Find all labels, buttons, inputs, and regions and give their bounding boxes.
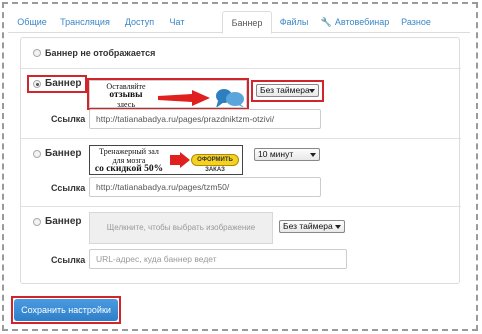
chevron-down-icon	[310, 153, 316, 157]
banner-2-image[interactable]: Тренажерный зал для мозга со скидкой 50%…	[89, 145, 243, 175]
banner-3-label: Баннер	[45, 216, 82, 227]
highlight-frame	[87, 78, 249, 110]
banner-3-image-placeholder[interactable]: Щелкните, чтобы выбрать изображение	[89, 212, 273, 244]
no-banner-label: Баннер не отображается	[45, 48, 156, 58]
banner-2-text-line: со скидкой 50%	[94, 164, 164, 174]
wrench-icon: 🔧	[320, 17, 332, 27]
banner-3-radio[interactable]	[33, 218, 41, 226]
tab-broadcast[interactable]: Трансляция	[54, 11, 116, 33]
tab-autowebinar[interactable]: 🔧 Автовебинар	[320, 11, 390, 33]
tab-misc[interactable]: Разное	[396, 11, 436, 33]
no-banner-row: Баннер не отображается	[21, 38, 461, 68]
banner-1-timer-select[interactable]: Без таймера	[256, 84, 319, 97]
banner-2-label: Баннер	[45, 148, 82, 159]
tab-files[interactable]: Файлы	[274, 11, 314, 33]
banner-1-link-label: Ссылка	[51, 114, 86, 124]
banner-1-link-input[interactable]: http://tatianabadya.ru/pages/prazdniktzm…	[89, 109, 321, 129]
tab-chat[interactable]: Чат	[163, 11, 191, 33]
banner-row-2: Баннер Тренажерный зал для мозга со скид…	[21, 138, 461, 206]
banner-settings-panel: Баннер не отображается Баннер Оставляйте…	[20, 37, 461, 284]
chevron-down-icon	[309, 89, 315, 93]
banner-row-3: Баннер Щелкните, чтобы выбрать изображен…	[21, 206, 461, 284]
banner-2-text-line: Тренажерный зал	[99, 147, 159, 156]
chevron-down-icon	[335, 225, 341, 229]
save-settings-button[interactable]: Сохранить настройки	[14, 299, 118, 321]
tab-bar: Общие Трансляция Доступ Чат Баннер Файлы…	[8, 8, 470, 34]
banner-3-link-label: Ссылка	[51, 255, 86, 265]
banner-3-link-input[interactable]	[89, 249, 347, 269]
banner-2-link-input[interactable]: http://tatianabadya.ru/pages/tzm50/	[89, 177, 321, 197]
tab-banner[interactable]: Баннер	[222, 11, 272, 34]
red-arrow-icon	[170, 152, 190, 168]
banner-1-label: Баннер	[45, 78, 82, 89]
tab-access[interactable]: Доступ	[117, 11, 162, 33]
banner-2-timer-select[interactable]: 10 минут	[254, 148, 320, 161]
banner-1-radio[interactable]	[33, 80, 41, 88]
order-button-image: ОФОРМИТЬ ЗАКАЗ	[191, 154, 239, 173]
tab-general[interactable]: Общие	[12, 11, 52, 33]
no-banner-radio[interactable]	[33, 49, 41, 57]
banner-2-link-label: Ссылка	[51, 183, 86, 193]
banner-2-radio[interactable]	[33, 150, 41, 158]
banner-3-timer-select[interactable]: Без таймера	[279, 220, 345, 233]
banner-row-1: Баннер Оставляйте отзывы здесь Без тайме…	[21, 68, 461, 136]
